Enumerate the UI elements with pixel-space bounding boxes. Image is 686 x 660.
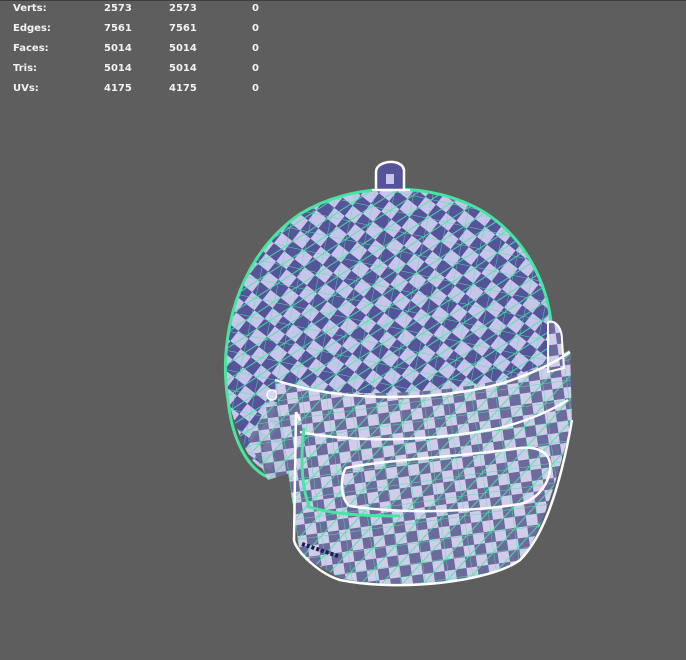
stat-value: 0 <box>252 43 259 54</box>
stat-row-uvs: UVs: 4175 4175 0 <box>0 83 300 97</box>
stat-label: Edges: <box>13 23 51 34</box>
stat-value: 5014 <box>104 63 132 74</box>
stat-value: 4175 <box>169 83 197 94</box>
stat-row-tris: Tris: 5014 5014 0 <box>0 63 300 77</box>
helmet-mesh-icon[interactable] <box>0 0 686 660</box>
stat-label: Verts: <box>13 3 47 14</box>
stat-value: 5014 <box>104 43 132 54</box>
stat-row-edges: Edges: 7561 7561 0 <box>0 23 300 37</box>
stat-value: 2573 <box>169 3 197 14</box>
stat-label: Tris: <box>13 63 38 74</box>
stat-row-faces: Faces: 5014 5014 0 <box>0 43 300 57</box>
stat-value: 4175 <box>104 83 132 94</box>
stat-value: 0 <box>252 63 259 74</box>
stat-row-verts: Verts: 2573 2573 0 <box>0 3 300 17</box>
stat-value: 0 <box>252 23 259 34</box>
stat-value: 5014 <box>169 43 197 54</box>
stat-value: 2573 <box>104 3 132 14</box>
stat-value: 7561 <box>169 23 197 34</box>
stat-value: 7561 <box>104 23 132 34</box>
stat-label: UVs: <box>13 83 39 94</box>
stat-value: 5014 <box>169 63 197 74</box>
stat-value: 0 <box>252 3 259 14</box>
stat-value: 0 <box>252 83 259 94</box>
stat-label: Faces: <box>13 43 49 54</box>
3d-viewport[interactable]: Verts: 2573 2573 0 Edges: 7561 7561 0 Fa… <box>0 0 686 660</box>
